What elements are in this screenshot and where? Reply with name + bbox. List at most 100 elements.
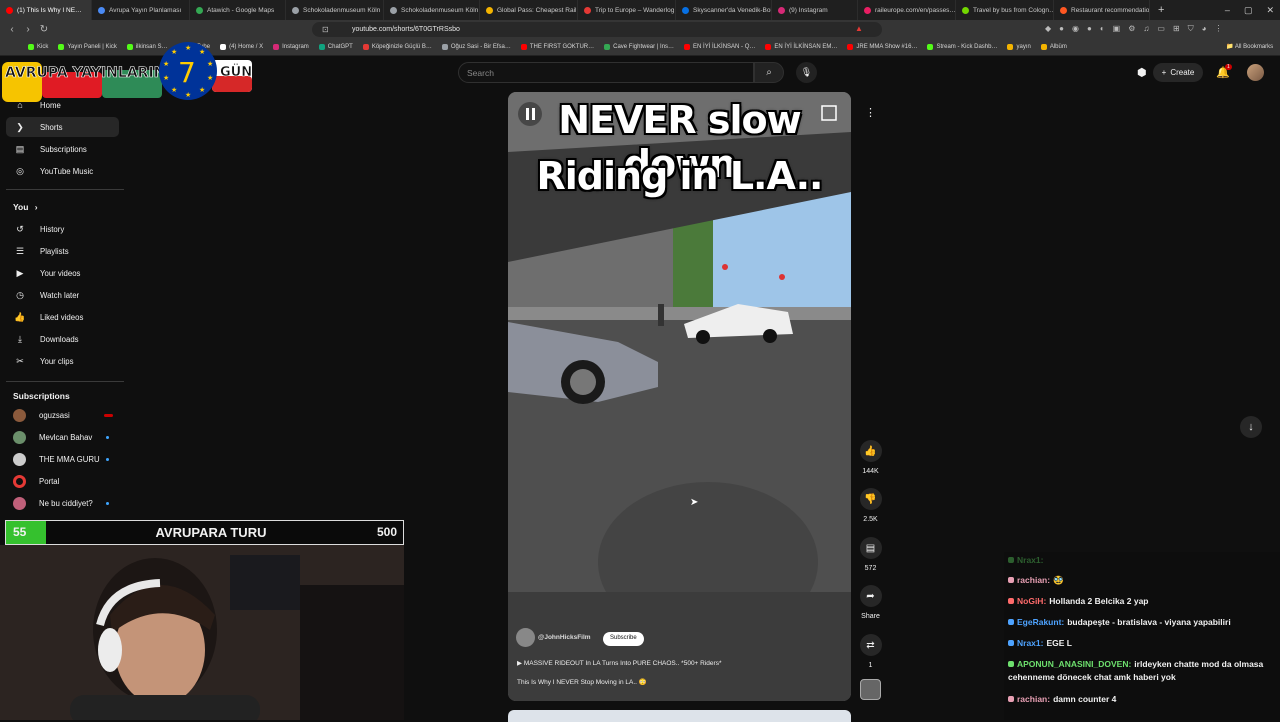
sidebar-item-your-clips[interactable]: ✂ Your clips — [6, 351, 119, 371]
browser-tab[interactable]: raileurope.com/en/passes… — [858, 0, 956, 20]
browser-tab[interactable]: Trip to Europe – Wanderlog — [578, 0, 676, 20]
sidebar-item-watch-later[interactable]: ◷ Watch later — [6, 285, 119, 305]
tab-title: (9) Instagram — [789, 6, 828, 14]
browser-tab[interactable]: Atawich - Google Maps — [190, 0, 286, 20]
sidebar-item-subscriptions[interactable]: ▤ Subscriptions — [6, 139, 119, 159]
ext-icon[interactable]: ⊞ — [1173, 24, 1180, 34]
bookmark-item[interactable]: EN İYİ İLKİNSAN - Q… — [684, 44, 755, 50]
bookmark-item[interactable]: EN İYİ İLKİNSAN EM… — [765, 44, 837, 50]
bookmark-item[interactable]: Instagram — [273, 44, 309, 50]
sidebar-item-your-videos[interactable]: ▶ Your videos — [6, 263, 119, 283]
bookmark-item[interactable]: THE FIRST GOKTUR… — [520, 44, 594, 50]
sidebar-item-history[interactable]: ↺ History — [6, 219, 119, 239]
remix-button[interactable]: ⇄ 1 — [858, 634, 883, 669]
subscription-item[interactable]: Mevlcan Bahav — [6, 427, 119, 447]
chat-username[interactable]: APONUN_ANASINI_DOVEN: — [1017, 659, 1131, 669]
back-icon[interactable]: ‹ — [4, 24, 20, 35]
sidebar-item-downloads[interactable]: ⤓ Downloads — [6, 329, 119, 349]
bookmark-item[interactable]: yayın — [1007, 44, 1031, 50]
site-info-icon[interactable]: ⊡ — [322, 25, 329, 34]
sidebar-item-youtube-music[interactable]: ◎ YouTube Music — [6, 161, 119, 181]
chat-username[interactable]: EgeRakunt: — [1017, 617, 1064, 627]
chat-username[interactable]: rachian: — [1017, 575, 1050, 585]
ext-icon[interactable]: ▭ — [1157, 24, 1165, 34]
svg-text:★: ★ — [207, 60, 213, 68]
bookmark-item[interactable]: Cave Fightwear | Ins… — [604, 44, 674, 50]
reload-icon[interactable]: ↻ — [36, 24, 52, 35]
subscription-item[interactable]: THE MMA GURU — [6, 449, 119, 469]
new-tab-button[interactable]: + — [1158, 4, 1164, 16]
chat-username[interactable]: rachian: — [1017, 694, 1050, 704]
bookmark-item[interactable]: ChatGPT — [318, 44, 353, 50]
account-avatar[interactable] — [1247, 64, 1264, 81]
ext-icon[interactable]: ♫ — [1143, 24, 1149, 34]
ext-icon[interactable]: ⚙ — [1128, 24, 1135, 34]
sidebar-item-liked-videos[interactable]: 👍 Liked videos — [6, 307, 119, 327]
sound-thumbnail[interactable] — [860, 679, 881, 700]
voice-search-button[interactable]: 🎙 — [796, 62, 817, 83]
browser-tab[interactable]: Schokoladenmuseum Köln — [384, 0, 480, 20]
browser-tab[interactable]: Skyscanner'da Venedik-Bol… — [676, 0, 772, 20]
like-button[interactable]: 👍 144K — [858, 440, 883, 475]
subscribe-button[interactable]: Subscribe — [603, 632, 644, 646]
maximize-icon[interactable]: ▢ — [1244, 5, 1253, 16]
browser-tab[interactable]: Schokoladenmuseum Köln — [286, 0, 384, 20]
ext-icon[interactable]: ◆ — [1045, 24, 1051, 34]
share-button[interactable]: ➦ Share — [858, 585, 883, 620]
more-options-icon[interactable]: ⋮ — [863, 106, 878, 121]
bookmark-label: Cave Fightwear | Ins… — [613, 44, 675, 50]
ext-icon[interactable]: ● — [1087, 24, 1092, 34]
sidebar-divider — [6, 381, 124, 382]
create-button[interactable]: + Create — [1153, 63, 1203, 82]
ext-icon[interactable]: ● — [1059, 24, 1064, 34]
browser-tab[interactable]: Restaurant recommendatio… — [1054, 0, 1150, 20]
music-icon: ◎ — [16, 165, 24, 176]
chat-badge-icon — [1008, 696, 1014, 702]
extension-icon[interactable]: ▲ — [855, 24, 863, 33]
ext-icon[interactable]: ◉ — [1072, 24, 1079, 34]
subscription-item[interactable]: Portal — [6, 471, 119, 491]
ext-icon[interactable]: ▣ — [1113, 24, 1121, 34]
subscription-item[interactable]: Ne bu ciddiyet? — [6, 493, 119, 513]
channel-avatar[interactable] — [516, 628, 535, 647]
chat-username[interactable]: Nrax1: — [1017, 638, 1043, 648]
browser-tab[interactable]: Global Pass: Cheapest Rail — [480, 0, 578, 20]
sidebar-item-home[interactable]: ⌂ Home — [6, 95, 119, 115]
menu-icon[interactable]: ⋮ — [1215, 24, 1223, 34]
address-bar[interactable]: youtube.com/shorts/6T0GTrRSsbo — [312, 22, 882, 37]
subscription-item[interactable]: oguzsasi — [6, 405, 119, 425]
bookmark-item[interactable]: Stream - Kick Dashb… — [927, 44, 997, 50]
forward-icon[interactable]: › — [20, 24, 36, 35]
next-short-preview[interactable] — [508, 710, 851, 722]
browser-tab[interactable]: (9) Instagram — [772, 0, 858, 20]
comments-button[interactable]: ▤ 572 — [858, 537, 883, 572]
channel-name[interactable]: @JohnHicksFilm — [538, 634, 591, 641]
next-short-button[interactable]: ↓ — [1240, 416, 1262, 438]
tab-favicon-icon — [196, 6, 203, 14]
bookmark-item[interactable]: Albüm — [1040, 44, 1067, 50]
sidebar-you-heading[interactable]: You › — [13, 202, 38, 212]
sidebar-item-shorts[interactable]: ❯ Shorts — [6, 117, 119, 137]
ext-icon[interactable]: ◐ — [1100, 24, 1105, 34]
close-window-icon[interactable]: ✕ — [1266, 5, 1274, 16]
sidebar-item-playlists[interactable]: ☰ Playlists — [6, 241, 119, 261]
all-bookmarks[interactable]: 📁 All Bookmarks — [1226, 43, 1273, 50]
cast-icon[interactable]: ⬢ — [1137, 66, 1147, 79]
minimize-icon[interactable]: – — [1225, 5, 1230, 15]
dislike-button[interactable]: 👎 2.5K — [858, 488, 883, 523]
channel-avatar — [13, 474, 26, 488]
bookmark-item[interactable]: Köpeğinizle Güçlü B… — [362, 44, 432, 50]
bookmark-item[interactable]: Oğuz Sasi - Bir Efsa… — [441, 44, 511, 50]
search-input[interactable]: Search — [458, 62, 754, 83]
profile-icon[interactable]: ◕ — [1202, 24, 1207, 34]
browser-tab[interactable]: Avrupa Yayın Planlaması — [92, 0, 190, 20]
bookmark-item[interactable]: JRE MMA Show #16… — [847, 44, 917, 50]
playlist-link[interactable]: ▶ MASSIVE RIDEOUT In LA Turns Into PURE … — [517, 659, 721, 667]
dislike-count: 2.5K — [863, 516, 878, 523]
search-button[interactable]: ⌕ — [754, 62, 784, 83]
chat-username[interactable]: Nrax1: — [1017, 555, 1043, 565]
chat-username[interactable]: NoGiH: — [1017, 596, 1046, 606]
browser-tab[interactable]: (1) This Is Why I NE… — [0, 0, 92, 20]
ext-icon[interactable]: ⛉ — [1188, 24, 1194, 34]
browser-tab[interactable]: Travel by bus from Cologn… — [956, 0, 1054, 20]
